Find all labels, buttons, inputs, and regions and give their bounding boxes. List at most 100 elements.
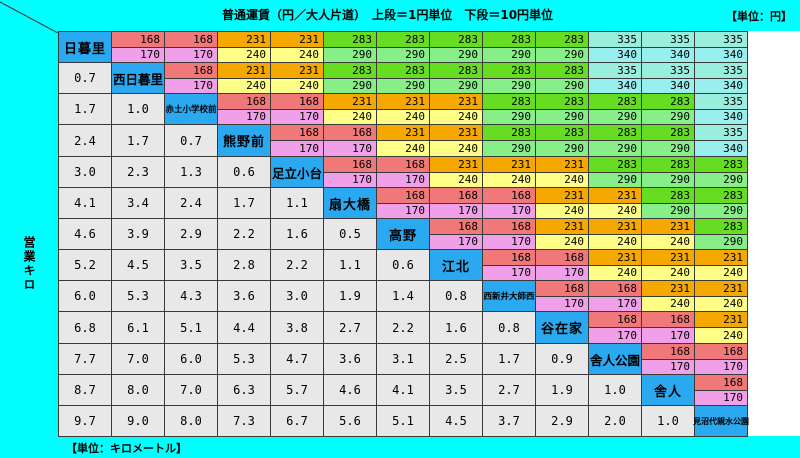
distance-cell: 4.3 [164, 280, 218, 312]
fare-cell: 168 170 [429, 218, 483, 250]
fare-10yen: 240 [271, 78, 323, 93]
distance-cell: 4.5 [111, 249, 165, 281]
fare-cell: 168 170 [217, 93, 271, 125]
fare-1yen: 231 [536, 157, 588, 173]
distance-cell: 1.1 [270, 187, 324, 219]
fare-1yen: 168 [483, 219, 535, 235]
distance-cell: 1.3 [164, 156, 218, 188]
distance-cell: 1.9 [323, 280, 377, 312]
fare-10yen: 240 [536, 234, 588, 249]
distance-cell: 0.8 [482, 311, 536, 344]
station-name: 舎人 [641, 374, 695, 406]
fare-cell: 231 240 [588, 249, 642, 281]
distance-cell: 6.7 [270, 405, 324, 437]
distance-cell: 1.4 [376, 280, 430, 312]
fare-cell: 231 240 [429, 93, 483, 125]
fare-1yen: 168 [642, 344, 694, 360]
fare-cell: 168 170 [482, 249, 536, 281]
fare-10yen: 240 [589, 234, 641, 249]
fare-cell: 168 170 [694, 374, 748, 406]
fare-1yen: 168 [112, 32, 164, 48]
fare-10yen: 170 [589, 328, 641, 343]
fare-cell: 231 240 [694, 280, 748, 312]
station-name: 西新井大師西 [482, 280, 536, 312]
distance-cell: 2.7 [323, 311, 377, 344]
fare-10yen: 240 [324, 109, 376, 124]
fare-1yen: 283 [483, 63, 535, 79]
fare-10yen: 290 [377, 47, 429, 62]
distance-cell: 0.6 [217, 156, 271, 188]
fare-10yen: 240 [642, 296, 694, 311]
fare-cell: 283 290 [641, 124, 695, 157]
distance-cell: 1.6 [270, 218, 324, 250]
distance-cell: 5.3 [217, 343, 271, 375]
fare-10yen: 240 [695, 296, 747, 311]
fare-1yen: 231 [271, 32, 323, 48]
fare-1yen: 231 [695, 312, 747, 328]
fare-1yen: 335 [642, 63, 694, 79]
fare-10yen: 170 [430, 203, 482, 218]
fare-1yen: 231 [536, 219, 588, 235]
fare-10yen: 170 [642, 328, 694, 343]
fare-10yen: 340 [589, 78, 641, 93]
distance-cell: 9.0 [111, 405, 165, 437]
fare-cell: 231 240 [429, 124, 483, 157]
fare-cell: 231 240 [641, 280, 695, 312]
distance-cell: 2.2 [376, 311, 430, 344]
fare-10yen: 290 [642, 172, 694, 187]
fare-10yen: 170 [536, 265, 588, 280]
fare-1yen: 283 [483, 94, 535, 110]
fare-10yen: 290 [483, 78, 535, 93]
fare-10yen: 240 [589, 265, 641, 280]
distance-cell: 6.0 [164, 343, 218, 375]
fare-cell: 168 170 [111, 31, 165, 63]
distance-cell: 2.5 [429, 343, 483, 375]
fare-10yen: 290 [642, 203, 694, 218]
fare-10yen: 290 [589, 172, 641, 187]
fare-1yen: 231 [589, 219, 641, 235]
fare-1yen: 231 [642, 250, 694, 266]
fare-cell: 168 170 [323, 156, 377, 188]
distance-cell: 7.7 [58, 343, 112, 375]
fare-10yen: 240 [218, 78, 270, 93]
fare-1yen: 283 [536, 125, 588, 141]
distance-cell: 7.3 [217, 405, 271, 437]
fare-1yen: 283 [430, 63, 482, 79]
fare-1yen: 231 [589, 250, 641, 266]
fare-10yen: 240 [430, 141, 482, 156]
fare-cell: 168 170 [588, 311, 642, 344]
station-name: 高野 [376, 218, 430, 250]
distance-cell: 2.3 [111, 156, 165, 188]
distance-cell: 2.8 [217, 249, 271, 281]
fare-cell: 335 340 [641, 31, 695, 63]
fare-10yen: 290 [324, 78, 376, 93]
fare-10yen: 240 [377, 141, 429, 156]
fare-cell: 283 290 [376, 31, 430, 63]
fare-cell: 283 290 [694, 187, 748, 219]
fare-1yen: 231 [218, 32, 270, 48]
fare-cell: 231 240 [535, 218, 589, 250]
fare-10yen: 240 [483, 172, 535, 187]
fare-10yen: 170 [112, 47, 164, 62]
fare-1yen: 168 [430, 219, 482, 235]
fare-cell: 231 240 [217, 31, 271, 63]
fare-1yen: 168 [695, 344, 747, 360]
distance-cell: 1.7 [482, 343, 536, 375]
fare-cell: 231 240 [482, 156, 536, 188]
fare-10yen: 290 [483, 109, 535, 124]
fare-cell: 168 170 [376, 187, 430, 219]
fare-cell: 283 290 [535, 93, 589, 125]
distance-cell: 4.1 [376, 374, 430, 406]
distance-cell: 0.6 [376, 249, 430, 281]
distance-cell: 5.7 [270, 374, 324, 406]
distance-cell: 0.8 [429, 280, 483, 312]
fare-1yen: 168 [430, 188, 482, 204]
fare-cell: 335 340 [694, 124, 748, 157]
fare-cell: 335 340 [588, 62, 642, 94]
fare-cell: 168 170 [641, 343, 695, 375]
distance-cell: 5.2 [58, 249, 112, 281]
fare-1yen: 231 [695, 281, 747, 297]
distance-cell: 7.0 [111, 343, 165, 375]
fare-10yen: 170 [218, 109, 270, 124]
fare-10yen: 340 [695, 141, 747, 156]
